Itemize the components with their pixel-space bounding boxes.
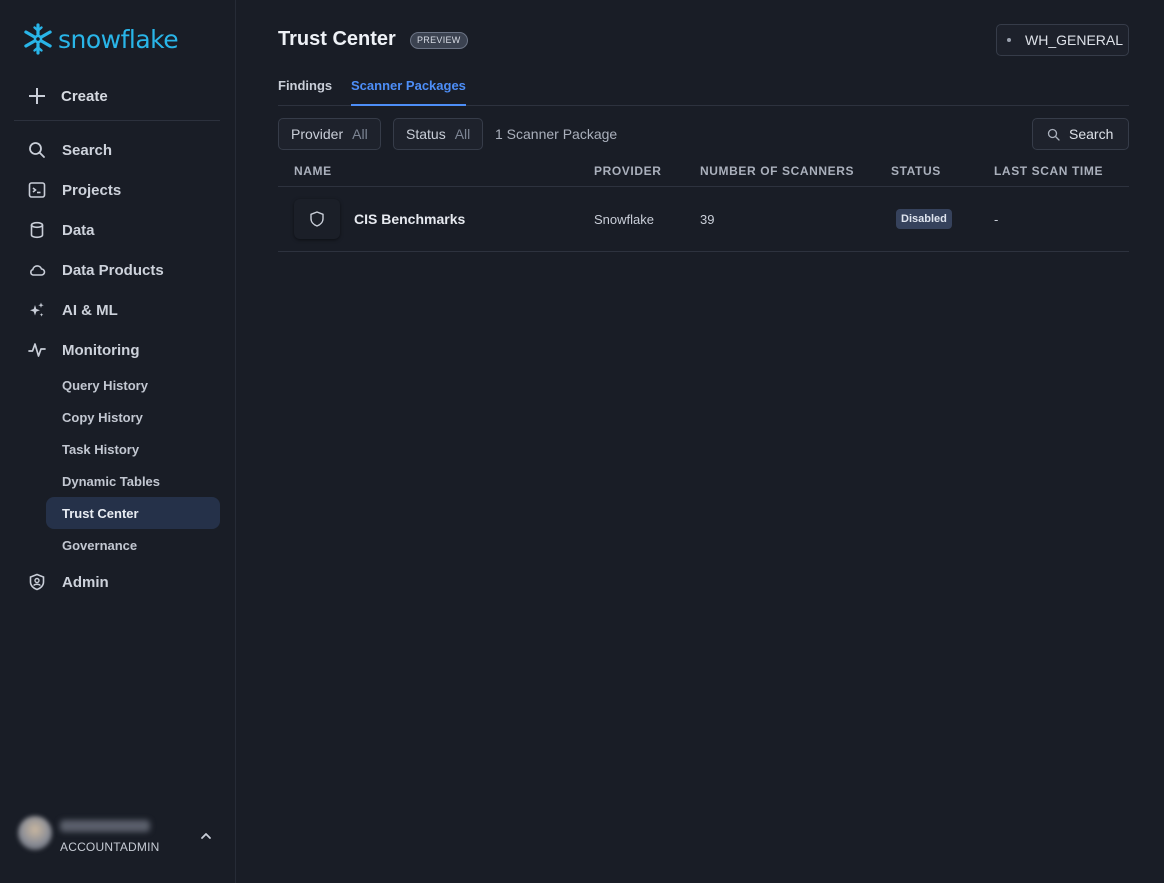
username-redacted	[60, 820, 150, 832]
search-icon	[26, 139, 48, 161]
package-icon-tile	[294, 199, 340, 239]
chevron-up-icon	[201, 833, 211, 839]
scanner-count: 39	[700, 212, 715, 227]
search-label: Search	[1069, 126, 1114, 142]
terminal-icon	[26, 179, 48, 201]
sidebar-item-monitoring[interactable]: Monitoring	[26, 337, 139, 363]
warehouse-status-dot	[1007, 38, 1011, 42]
warehouse-selector[interactable]: WH_GENERAL	[996, 24, 1129, 56]
sidebar-item-ai-ml[interactable]: AI & ML	[26, 297, 118, 323]
last-scan-time: -	[994, 212, 999, 227]
brand-name: snowflake	[58, 24, 179, 54]
user-menu[interactable]: ACCOUNTADMIN	[14, 812, 222, 860]
cloud-icon	[26, 259, 48, 281]
filter-value: All	[454, 126, 471, 142]
column-header-scanners[interactable]: NUMBER OF SCANNERS	[700, 164, 854, 178]
sidebar: snowflake Create Search Projects Data Da…	[0, 0, 236, 883]
sidebar-subitem-dynamic-tables[interactable]: Dynamic Tables	[46, 465, 220, 497]
sidebar-subitem-governance[interactable]: Governance	[46, 529, 220, 561]
sidebar-item-label: Search	[62, 141, 113, 159]
preview-badge: PREVIEW	[410, 32, 468, 49]
sidebar-item-label: AI & ML	[62, 301, 118, 319]
create-button[interactable]: Create	[28, 84, 108, 108]
filter-value: All	[352, 126, 368, 142]
table-row[interactable]: CIS Benchmarks Snowflake 39 Disabled -	[278, 187, 1129, 252]
tab-bar: Findings Scanner Packages	[278, 76, 1129, 106]
sidebar-item-label: Monitoring	[62, 341, 140, 359]
plus-icon	[28, 87, 46, 105]
sidebar-item-label: Data Products	[62, 261, 164, 279]
snowflake-icon	[24, 23, 52, 55]
sidebar-item-search[interactable]: Search	[26, 137, 112, 163]
sidebar-item-data-products[interactable]: Data Products	[26, 257, 164, 283]
snowflake-logo[interactable]: snowflake	[22, 22, 179, 56]
user-role: ACCOUNTADMIN	[60, 840, 160, 854]
status-filter[interactable]: Status All	[393, 118, 484, 150]
search-icon	[1047, 128, 1060, 141]
column-header-name[interactable]: NAME	[294, 164, 332, 178]
sidebar-subitem-trust-center[interactable]: Trust Center	[46, 497, 220, 529]
database-icon	[26, 219, 48, 241]
package-name[interactable]: CIS Benchmarks	[354, 211, 465, 227]
package-provider: Snowflake	[594, 212, 654, 227]
tab-findings[interactable]: Findings	[278, 78, 332, 106]
sidebar-subitem-copy-history[interactable]: Copy History	[46, 401, 220, 433]
sidebar-item-label: Projects	[62, 181, 122, 199]
column-header-provider[interactable]: PROVIDER	[594, 164, 661, 178]
result-count: 1 Scanner Package	[495, 126, 618, 142]
filter-label: Provider	[291, 126, 344, 142]
filter-label: Status	[406, 126, 446, 142]
sidebar-item-label: Data	[62, 221, 95, 239]
status-badge: Disabled	[896, 209, 952, 229]
create-label: Create	[61, 87, 108, 105]
shield-user-icon	[26, 571, 48, 593]
tab-scanner-packages[interactable]: Scanner Packages	[351, 78, 466, 106]
activity-icon	[26, 339, 48, 361]
sidebar-subitem-query-history[interactable]: Query History	[46, 369, 220, 401]
warehouse-name: WH_GENERAL	[1025, 32, 1124, 48]
table-header: NAME PROVIDER NUMBER OF SCANNERS STATUS …	[278, 156, 1129, 187]
sidebar-item-admin[interactable]: Admin	[26, 569, 109, 595]
search-button[interactable]: Search	[1032, 118, 1129, 150]
sidebar-subitem-task-history[interactable]: Task History	[46, 433, 220, 465]
sidebar-divider	[14, 120, 220, 121]
sidebar-item-label: Admin	[62, 573, 109, 591]
column-header-last-scan[interactable]: LAST SCAN TIME	[994, 164, 1103, 178]
sidebar-item-projects[interactable]: Projects	[26, 177, 121, 203]
avatar	[18, 816, 52, 850]
provider-filter[interactable]: Provider All	[278, 118, 381, 150]
page-title: Trust Center	[278, 28, 396, 50]
sparkle-icon	[26, 299, 48, 321]
shield-icon	[310, 211, 324, 227]
column-header-status[interactable]: STATUS	[891, 164, 941, 178]
sidebar-item-data[interactable]: Data	[26, 217, 95, 243]
